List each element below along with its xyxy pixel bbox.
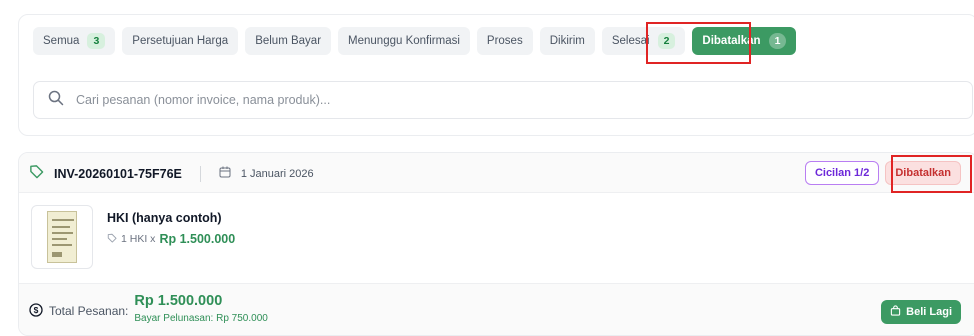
order-card: INV-20260101-75F76E 1 Januari 2026 Cicil… <box>18 152 974 336</box>
product-item[interactable]: HKI (hanya contoh) 1 HKI x Rp 1.500.000 <box>31 205 235 269</box>
tab-label: Selesai <box>611 35 650 47</box>
search-icon <box>48 90 64 111</box>
divider <box>199 166 201 182</box>
tab-dikirim[interactable]: Dikirim <box>539 27 595 55</box>
svg-text:$: $ <box>34 305 39 315</box>
tab-count: 1 <box>768 33 787 49</box>
tab-label: Belum Bayar <box>255 35 322 47</box>
product-quantity: 1 HKI x <box>121 233 156 245</box>
tag-icon <box>29 164 44 184</box>
invoice-info: INV-20260101-75F76E 1 Januari 2026 <box>29 164 314 184</box>
product-details: HKI (hanya contoh) 1 HKI x Rp 1.500.000 <box>107 205 235 269</box>
order-total: $ Total Pesanan: Rp 1.500.000 Bayar Pelu… <box>29 293 268 324</box>
tab-proses[interactable]: Proses <box>476 27 533 55</box>
tab-label: Semua <box>43 35 80 47</box>
order-badges: Cicilan 1/2 Dibatalkan <box>804 161 961 185</box>
tab-semua[interactable]: Semua 3 <box>33 27 116 55</box>
shopping-bag-icon <box>890 305 901 319</box>
status-tabs: Semua 3 Persetujuan Harga Belum Bayar Me… <box>33 27 797 55</box>
tab-dibatalkan[interactable]: Dibatalkan 1 <box>692 27 797 55</box>
tab-count: 3 <box>87 33 106 49</box>
total-amount: Rp 1.500.000 <box>134 293 223 309</box>
tab-persetujuan-harga[interactable]: Persetujuan Harga <box>122 27 239 55</box>
search-input[interactable] <box>76 93 972 107</box>
installment-badge: Cicilan 1/2 <box>804 161 880 185</box>
filter-card: Semua 3 Persetujuan Harga Belum Bayar Me… <box>18 14 974 136</box>
tab-label: Proses <box>486 35 523 47</box>
dollar-circle-icon: $ <box>29 303 43 322</box>
certificate-image <box>47 211 77 263</box>
product-price: Rp 1.500.000 <box>159 232 236 246</box>
tag-icon <box>107 233 117 246</box>
tab-menunggu-konfirmasi[interactable]: Menunggu Konfirmasi <box>338 27 470 55</box>
buy-again-button[interactable]: Beli Lagi <box>881 300 961 324</box>
tab-label: Menunggu Konfirmasi <box>348 35 460 47</box>
product-meta: 1 HKI x Rp 1.500.000 <box>107 232 235 246</box>
tab-belum-bayar[interactable]: Belum Bayar <box>245 27 332 55</box>
order-footer: $ Total Pesanan: Rp 1.500.000 Bayar Pelu… <box>19 283 974 335</box>
settlement-amount: Bayar Pelunasan: Rp 750.000 <box>134 313 268 324</box>
total-label: Total Pesanan: <box>49 304 129 318</box>
tab-label: Dikirim <box>549 35 585 47</box>
tab-label: Dibatalkan <box>702 35 761 47</box>
invoice-number: INV-20260101-75F76E <box>54 167 182 181</box>
tab-count: 2 <box>657 33 676 49</box>
order-date: 1 Januari 2026 <box>240 168 314 180</box>
tab-label: Persetujuan Harga <box>132 35 229 47</box>
tab-selesai[interactable]: Selesai 2 <box>601 27 686 55</box>
buy-again-label: Beli Lagi <box>906 306 952 318</box>
status-badge: Dibatalkan <box>885 161 961 185</box>
calendar-icon <box>219 165 231 183</box>
product-thumbnail[interactable] <box>31 205 93 269</box>
search-box[interactable] <box>33 81 973 119</box>
total-values: Rp 1.500.000 Bayar Pelunasan: Rp 750.000 <box>134 293 267 324</box>
product-name: HKI (hanya contoh) <box>107 211 222 225</box>
order-header: INV-20260101-75F76E 1 Januari 2026 Cicil… <box>19 153 974 193</box>
